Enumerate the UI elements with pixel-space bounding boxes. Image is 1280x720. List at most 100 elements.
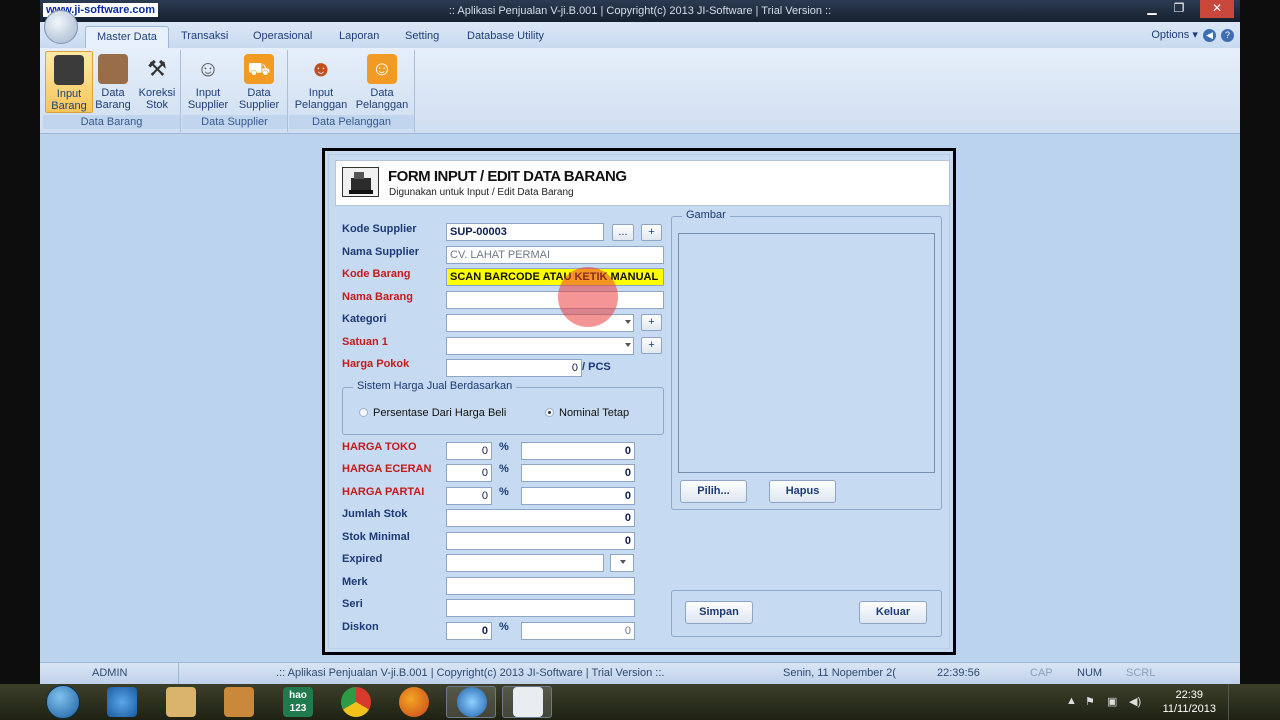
- percent-symbol: %: [499, 621, 509, 633]
- radio-persentase-label: Persentase Dari Harga Beli: [373, 407, 507, 419]
- label-harga-eceran: HARGA ECERAN: [342, 463, 432, 475]
- kode-barang-field[interactable]: SCAN BARCODE ATAU KETIK MANUAL: [446, 268, 664, 286]
- tab-master-data[interactable]: Master Data: [85, 26, 169, 48]
- internet-explorer-icon[interactable]: [107, 687, 137, 717]
- harga-eceran-field[interactable]: 0: [521, 464, 635, 482]
- add-supplier-button[interactable]: +: [641, 224, 662, 241]
- firefox-icon[interactable]: [399, 687, 429, 717]
- data-barang-label-1: Data: [101, 87, 125, 99]
- kategori-select[interactable]: [446, 314, 634, 332]
- harga-eceran-pct-field[interactable]: 0: [446, 464, 492, 482]
- radio-selected-icon: [545, 408, 554, 417]
- window-icon: [513, 687, 543, 717]
- cart-icon: ⛟: [244, 54, 274, 84]
- jumlah-stok-field[interactable]: 0: [446, 509, 635, 527]
- system-clock[interactable]: 22:39 11/11/2013: [1163, 688, 1216, 716]
- data-barang-button[interactable]: Data Barang: [89, 51, 137, 113]
- harga-toko-field[interactable]: 0: [521, 442, 635, 460]
- label-kategori: Kategori: [342, 313, 387, 325]
- nama-barang-field[interactable]: [446, 291, 664, 309]
- input-supplier-label-2: Supplier: [187, 99, 229, 111]
- diskon-pct-field[interactable]: 0: [446, 622, 492, 640]
- right-border: [1240, 0, 1280, 684]
- tab-laporan[interactable]: Laporan: [328, 26, 390, 48]
- merk-field[interactable]: [446, 577, 635, 595]
- form-header: FORM INPUT / EDIT DATA BARANG Digunakan …: [335, 160, 950, 206]
- browse-supplier-button[interactable]: ...: [612, 224, 634, 241]
- sistem-harga-group: Sistem Harga Jual Berdasarkan Persentase…: [342, 380, 664, 435]
- add-satuan-button[interactable]: +: [641, 337, 662, 354]
- harga-partai-pct-field[interactable]: 0: [446, 487, 492, 505]
- options-menu[interactable]: Options ▾ ◀ ?: [1151, 28, 1234, 42]
- add-customer-icon: ☻: [309, 56, 333, 81]
- harga-pokok-field[interactable]: 0: [446, 359, 582, 377]
- data-pelanggan-button[interactable]: ☺ Data Pelanggan: [353, 51, 411, 113]
- hapus-button[interactable]: Hapus: [769, 480, 836, 503]
- data-barang-label-2: Barang: [95, 99, 131, 111]
- action-center-icon[interactable]: ⚑: [1085, 695, 1095, 708]
- start-button[interactable]: [46, 685, 80, 719]
- radio-nominal-tetap-label: Nominal Tetap: [559, 407, 630, 419]
- network-icon[interactable]: ▣: [1107, 695, 1117, 708]
- diskon-field[interactable]: 0: [521, 622, 635, 640]
- minimize-button[interactable]: ▁: [1139, 0, 1165, 18]
- input-pelanggan-button[interactable]: ☻ Input Pelanggan: [293, 51, 349, 113]
- tray-expand-icon[interactable]: ▲: [1066, 695, 1077, 707]
- show-desktop-button[interactable]: [1228, 684, 1240, 720]
- tab-operasional[interactable]: Operasional: [242, 26, 323, 48]
- data-supplier-button[interactable]: ⛟ Data Supplier: [235, 51, 283, 113]
- image-preview: [678, 233, 935, 473]
- status-bar: ADMIN .:: Aplikasi Penjualan V-ji.B.001 …: [40, 662, 1240, 685]
- input-barang-button[interactable]: Input Barang: [45, 51, 93, 113]
- volume-icon[interactable]: ◀): [1129, 695, 1141, 708]
- back-icon[interactable]: ◀: [1202, 29, 1216, 42]
- add-kategori-button[interactable]: +: [641, 314, 662, 331]
- label-satuan-1: Satuan 1: [342, 336, 388, 348]
- tab-database-utility[interactable]: Database Utility: [456, 26, 555, 48]
- koreksi-stok-button[interactable]: ⚒ Koreksi Stok: [133, 51, 181, 113]
- percent-symbol: %: [499, 486, 509, 498]
- close-button[interactable]: ✕: [1200, 0, 1234, 18]
- chevron-down-icon: [625, 343, 631, 347]
- restore-button[interactable]: ❐: [1166, 0, 1192, 18]
- box-icon: [98, 54, 128, 84]
- pilih-button[interactable]: Pilih...: [680, 480, 747, 503]
- status-cap: CAP: [1030, 667, 1053, 679]
- stok-minimal-field[interactable]: 0: [446, 532, 635, 550]
- media-player-icon[interactable]: [224, 687, 254, 717]
- gambar-group: Gambar Pilih... Hapus: [671, 209, 942, 510]
- chrome-icon[interactable]: [341, 687, 371, 717]
- input-supplier-button[interactable]: ☺ Input Supplier: [184, 51, 232, 113]
- left-border: [0, 0, 40, 684]
- expired-date-field[interactable]: [446, 554, 604, 572]
- hao123-icon[interactable]: hao 123: [283, 687, 313, 717]
- form-input-barang: FORM INPUT / EDIT DATA BARANG Digunakan …: [322, 148, 956, 655]
- keluar-button[interactable]: Keluar: [859, 601, 927, 624]
- app-menu-orb[interactable]: [44, 10, 78, 44]
- folder-icon[interactable]: [166, 687, 196, 717]
- data-supplier-label-1: Data: [247, 87, 271, 99]
- tab-transaksi[interactable]: Transaksi: [170, 26, 239, 48]
- label-harga-pokok: Harga Pokok: [342, 358, 410, 370]
- seri-field[interactable]: [446, 599, 635, 617]
- nama-supplier-field[interactable]: CV. LAHAT PERMAI: [446, 246, 664, 264]
- tab-setting[interactable]: Setting: [394, 26, 450, 48]
- form-body: FORM INPUT / EDIT DATA BARANG Digunakan …: [328, 154, 950, 649]
- group-label-data-pelanggan: Data Pelanggan: [289, 115, 414, 129]
- radio-nominal-tetap[interactable]: Nominal Tetap: [545, 407, 629, 419]
- simpan-button[interactable]: Simpan: [685, 601, 753, 624]
- koreksi-stok-label-2: Stok: [145, 99, 168, 111]
- harga-partai-field[interactable]: 0: [521, 487, 635, 505]
- status-num: NUM: [1077, 667, 1103, 679]
- data-pelanggan-label-2: Pelanggan: [355, 99, 409, 111]
- date-picker-button[interactable]: [610, 554, 634, 572]
- status-time: 22:39:56: [937, 667, 980, 679]
- satuan-select[interactable]: [446, 337, 634, 355]
- customer-icon: ☺: [367, 54, 397, 84]
- kode-supplier-field[interactable]: SUP-00003: [446, 223, 604, 241]
- radio-persentase[interactable]: Persentase Dari Harga Beli: [359, 407, 506, 419]
- sistem-harga-legend: Sistem Harga Jual Berdasarkan: [353, 380, 517, 392]
- help-icon[interactable]: ?: [1221, 29, 1234, 42]
- percent-symbol: %: [499, 441, 509, 453]
- harga-toko-pct-field[interactable]: 0: [446, 442, 492, 460]
